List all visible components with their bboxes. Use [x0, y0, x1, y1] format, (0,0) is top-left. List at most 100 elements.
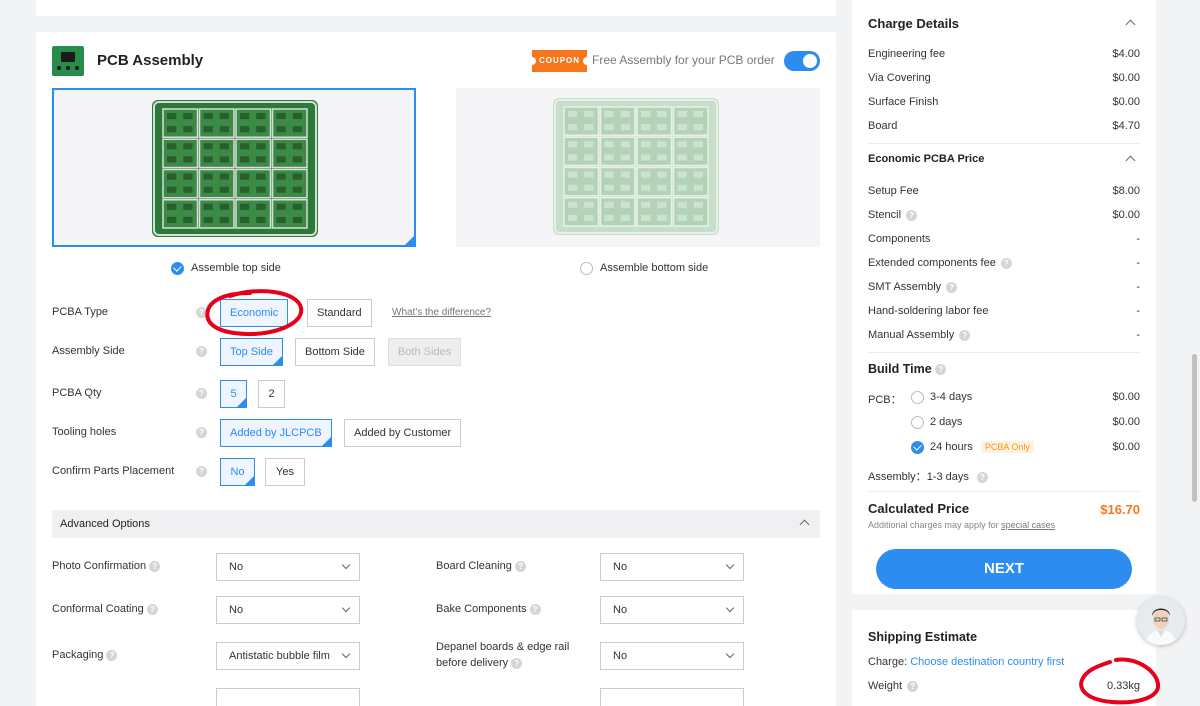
board-cleaning-text: Board Cleaning [436, 560, 512, 572]
confirm-parts-no-button[interactable]: No [220, 458, 255, 486]
radio-icon [580, 261, 593, 275]
conformal-coating-text: Conformal Coating [52, 603, 144, 615]
pcba-type-economic-button[interactable]: Economic [220, 299, 289, 327]
build-3-4-days-radio[interactable] [911, 391, 924, 404]
advanced-options-title: Advanced Options [60, 518, 150, 530]
fee-label: Board [868, 120, 898, 132]
board-cleaning-select[interactable]: No [600, 553, 744, 581]
pcb-assembly-toggle[interactable] [784, 51, 820, 71]
pcba-qty-2-button[interactable]: 2 [258, 380, 285, 408]
fee-row: Engineering fee $4.00 [868, 48, 1140, 62]
help-icon[interactable]: ? [196, 307, 207, 318]
support-agent-avatar[interactable] [1137, 597, 1185, 645]
assembly-side-top-button[interactable]: Top Side [220, 338, 283, 366]
fee-value: - [1136, 305, 1140, 317]
fee-row: Hand-soldering labor fee - [868, 305, 1140, 319]
fee-row: Stencil? $0.00 [868, 209, 1140, 223]
next-button[interactable]: NEXT [876, 549, 1132, 589]
assembly-side-both-button[interactable]: Both Sides [388, 338, 462, 366]
depanel-value: No [613, 650, 628, 662]
weight-label: Weight [868, 680, 903, 692]
help-icon[interactable]: ? [529, 603, 541, 615]
help-icon[interactable]: ? [514, 560, 526, 572]
build-time-title: Build Time ? [868, 362, 947, 376]
chevron-down-icon [725, 649, 735, 659]
fee-label: Setup Fee [868, 185, 919, 197]
pcb-assembly-header: PCB Assembly COUPON Free Assembly for yo… [52, 46, 820, 76]
fee-label: Manual Assembly [868, 329, 955, 341]
build-2-days-radio[interactable] [911, 416, 924, 429]
assemble-top-side-label: Assemble top side [191, 262, 281, 274]
help-icon[interactable]: ? [511, 657, 523, 669]
next-select-partial[interactable] [216, 688, 360, 706]
calculated-price-value: $16.70 [1100, 502, 1140, 517]
whats-the-difference-link[interactable]: What's the difference? [392, 307, 491, 318]
assemble-bottom-side-radio[interactable]: Assemble bottom side [580, 261, 708, 275]
help-icon[interactable]: ? [959, 329, 971, 341]
fee-row: SMT Assembly? - [868, 281, 1140, 295]
advanced-options-bar[interactable]: Advanced Options [52, 510, 820, 538]
fee-label: Surface Finish [868, 96, 939, 108]
help-icon[interactable]: ? [935, 364, 947, 376]
chevron-up-icon[interactable] [1125, 19, 1136, 30]
help-icon[interactable]: ? [907, 680, 919, 692]
chevron-down-icon [341, 649, 351, 659]
assemble-top-side-card[interactable] [52, 88, 416, 247]
build-time-row: 2 days $0.00 [868, 416, 1140, 430]
tooling-by-customer-button[interactable]: Added by Customer [344, 419, 462, 447]
fee-value: $4.00 [1112, 48, 1140, 60]
help-icon[interactable]: ? [146, 603, 158, 615]
choose-destination-link[interactable]: Choose destination country first [910, 656, 1064, 668]
confirm-parts-yes-button[interactable]: Yes [265, 458, 305, 486]
shipping-charge-label: Charge: [868, 656, 908, 668]
tooling-holes-label: Tooling holes [52, 426, 117, 438]
help-icon[interactable]: ? [196, 346, 207, 357]
chevron-up-icon[interactable] [1125, 155, 1136, 166]
charge-details-title: Charge Details [868, 16, 960, 31]
calculated-price-label: Calculated Price [868, 501, 970, 516]
confirm-no-text: No [230, 466, 245, 478]
bake-components-text: Bake Components [436, 603, 527, 615]
assembly-side-row: Assembly Side ? Top Side Bottom Side Bot… [52, 338, 822, 366]
bake-components-select[interactable]: No [600, 596, 744, 624]
conformal-coating-select[interactable]: No [216, 596, 360, 624]
pcba-qty-5-button[interactable]: 5 [220, 380, 247, 408]
fee-value: - [1136, 257, 1140, 269]
build-time-row: 24 hours PCBA Only $0.00 [868, 441, 1140, 455]
help-icon[interactable]: ? [1000, 257, 1012, 269]
special-cases-link[interactable]: special cases [1001, 520, 1055, 530]
tooling-by-jlcpcb-button[interactable]: Added by JLCPCB [220, 419, 332, 447]
photo-confirmation-select[interactable]: No [216, 553, 360, 581]
help-icon[interactable]: ? [149, 560, 161, 572]
selected-corner-icon [272, 356, 282, 365]
help-icon[interactable]: ? [106, 649, 118, 661]
fee-value: - [1136, 329, 1140, 341]
fee-label: Stencil [868, 209, 902, 221]
assemble-top-side-radio[interactable]: Assemble top side [171, 261, 281, 275]
help-icon[interactable]: ? [196, 388, 207, 399]
help-icon[interactable]: ? [906, 209, 918, 221]
page-scrollbar[interactable] [1192, 354, 1197, 502]
help-icon[interactable]: ? [196, 427, 207, 438]
build-24-hours-radio[interactable] [911, 441, 924, 454]
conformal-coating-label: Conformal Coating ? [52, 601, 158, 617]
fee-row: Via Covering $0.00 [868, 72, 1140, 86]
pcba-qty-label: PCBA Qty [52, 387, 102, 399]
packaging-select[interactable]: Antistatic bubble film [216, 642, 360, 670]
chevron-up-icon [799, 519, 810, 530]
assemble-bottom-side-card[interactable] [456, 88, 820, 247]
confirm-parts-label: Confirm Parts Placement [52, 465, 175, 477]
next-select-partial[interactable] [600, 688, 744, 706]
help-icon[interactable]: ? [946, 281, 958, 293]
pcba-type-standard-button[interactable]: Standard [307, 299, 372, 327]
pcb-chip-icon [52, 46, 84, 76]
fee-row: Extended components fee? - [868, 257, 1140, 271]
depanel-select[interactable]: No [600, 642, 744, 670]
help-icon[interactable]: ? [196, 466, 207, 477]
fee-value: - [1136, 233, 1140, 245]
packaging-value: Antistatic bubble film [229, 650, 330, 662]
help-icon[interactable]: ? [976, 471, 988, 483]
shipping-estimate-title: Shipping Estimate [868, 630, 978, 644]
pcb-assembly-title: PCB Assembly [97, 52, 204, 69]
assembly-side-bottom-button[interactable]: Bottom Side [295, 338, 375, 366]
